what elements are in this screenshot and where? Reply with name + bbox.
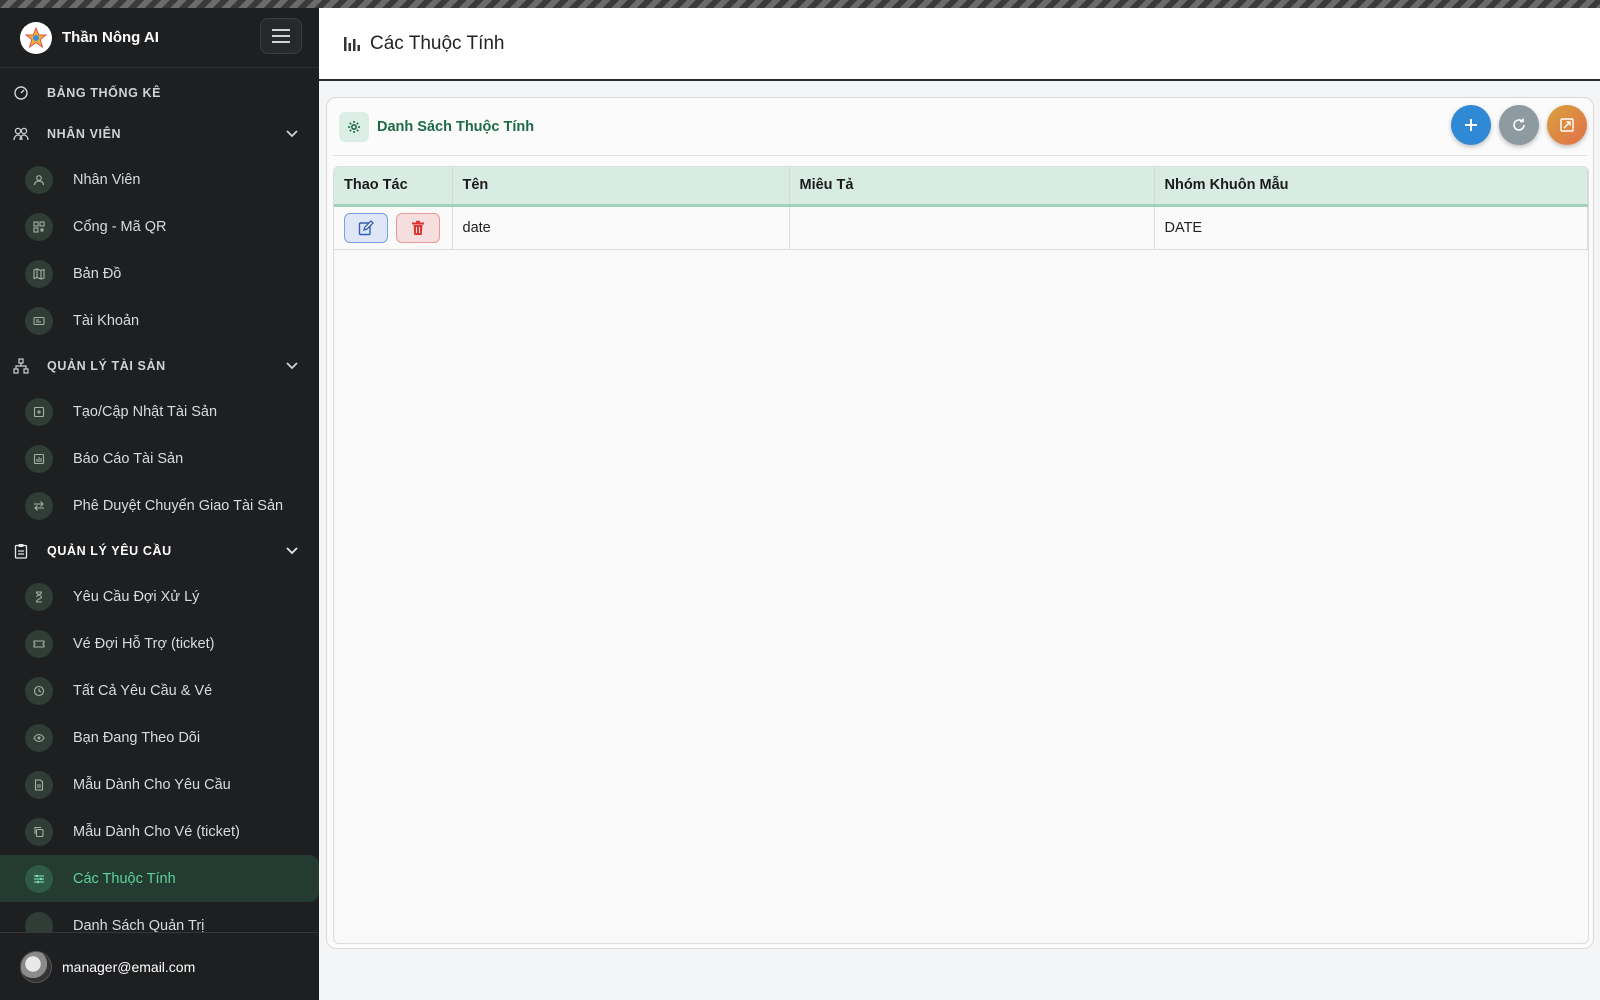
brand: Thần Nông AI xyxy=(0,8,319,68)
users-icon xyxy=(12,125,30,143)
ticket-icon xyxy=(25,629,53,658)
hourglass-icon xyxy=(25,582,53,611)
bar-chart-icon xyxy=(343,36,361,52)
edit-button[interactable] xyxy=(344,212,388,243)
sidebar-item-following[interactable]: Bạn Đang Theo Dõi xyxy=(0,714,319,761)
add-attribute-button[interactable] xyxy=(1451,105,1491,145)
hamburger-menu-button[interactable] xyxy=(260,18,302,54)
sidebar-item-attributes[interactable]: Các Thuộc Tính xyxy=(0,855,319,902)
sidebar-group-label: QUẢN LÝ TÀI SẢN xyxy=(47,359,166,373)
brand-logo xyxy=(20,21,52,54)
attributes-card: Danh Sách Thuộc Tính Thao Tác Tên Miêu T… xyxy=(326,97,1594,949)
sidebar-item-admin-list[interactable]: Danh Sách Quản Trị xyxy=(0,902,319,932)
history-icon xyxy=(25,676,53,705)
sidebar-item-label: Tạo/Cập Nhật Tài Sản xyxy=(73,403,218,420)
chevron-down-icon xyxy=(286,547,298,555)
bar-chart-icon xyxy=(25,444,53,473)
sidebar-item-gate-qr[interactable]: Cổng - Mã QR xyxy=(0,203,319,250)
sidebar-item-label: Tài Khoản xyxy=(73,312,140,329)
chevron-down-icon xyxy=(286,362,298,370)
sidebar-item-create-update-asset[interactable]: Tạo/Cập Nhật Tài Sản xyxy=(0,388,319,435)
plus-square-icon xyxy=(25,397,53,426)
user-footer[interactable]: manager@email.com xyxy=(0,932,319,1000)
chevron-down-icon xyxy=(286,130,298,138)
brand-title: Thần Nông AI xyxy=(62,29,159,46)
sidebar-item-label: Phê Duyệt Chuyển Giao Tài Sản xyxy=(73,497,284,514)
sidebar-item-label: Các Thuộc Tính xyxy=(73,870,176,887)
list-icon xyxy=(25,912,53,932)
card-title: Danh Sách Thuộc Tính xyxy=(377,118,535,135)
document-icon xyxy=(25,770,53,799)
sidebar-item-label: Bản Đồ xyxy=(73,265,122,282)
sidebar-item-dashboard[interactable]: BẢNG THỐNG KÊ xyxy=(0,74,319,112)
sliders-icon xyxy=(25,864,53,893)
sidebar-item-request-templates[interactable]: Mẫu Dành Cho Yêu Cầu xyxy=(0,761,319,808)
expand-button[interactable] xyxy=(1547,105,1587,145)
sidebar-item-ticket-templates[interactable]: Mẫu Dành Cho Vé (ticket) xyxy=(0,808,319,855)
sidebar-item-label: Mẫu Dành Cho Vé (ticket) xyxy=(73,823,240,840)
copy-icon xyxy=(25,817,53,846)
table-header-row: Thao Tác Tên Miêu Tả Nhóm Khuôn Mẫu xyxy=(334,167,1588,207)
sidebar-group-label: QUẢN LÝ YÊU CẦU xyxy=(47,544,172,558)
dashboard-icon xyxy=(12,84,30,102)
sidebar-menu: BẢNG THỐNG KÊ NHÂN VIÊN Nhân Viên Cổng -… xyxy=(0,68,319,932)
column-header-actions[interactable]: Thao Tác xyxy=(334,167,453,207)
page-header: Các Thuộc Tính xyxy=(319,8,1600,81)
trash-icon xyxy=(412,220,424,235)
sidebar-item-label: Bạn Đang Theo Dõi xyxy=(73,729,201,746)
sidebar-item-label: Nhân Viên xyxy=(73,171,141,188)
row-actions xyxy=(334,205,453,250)
card-header: Danh Sách Thuộc Tính xyxy=(333,98,1587,156)
cell-description xyxy=(789,205,1155,250)
hamburger-icon xyxy=(272,29,290,43)
clipboard-icon xyxy=(12,542,30,560)
attributes-table: Thao Tác Tên Miêu Tả Nhóm Khuôn Mẫu date… xyxy=(333,166,1589,944)
gear-icon xyxy=(339,111,369,142)
cell-name: date xyxy=(452,205,790,250)
eye-icon xyxy=(25,723,53,752)
sidebar-item-asset-transfer-approval[interactable]: Phê Duyệt Chuyển Giao Tài Sản xyxy=(0,482,319,529)
users-icon xyxy=(25,165,53,194)
cell-template-group: DATE xyxy=(1154,205,1588,250)
browser-top-stripe xyxy=(0,0,1600,8)
avatar xyxy=(20,950,52,983)
delete-button[interactable] xyxy=(396,212,440,243)
sidebar-item-label: Báo Cáo Tài Sản xyxy=(73,450,184,467)
sidebar-group-label: NHÂN VIÊN xyxy=(47,127,122,141)
sidebar-item-accounts[interactable]: Tài Khoản xyxy=(0,297,319,344)
qr-code-icon xyxy=(25,212,53,241)
edit-icon xyxy=(358,219,374,235)
sidebar: Thần Nông AI BẢNG THỐNG KÊ NHÂN VIÊN Nhâ… xyxy=(0,8,319,1000)
hierarchy-icon xyxy=(12,357,30,375)
sidebar-item-label: Danh Sách Quản Trị xyxy=(73,918,205,932)
sidebar-item-label: Vé Đợi Hỗ Trợ (ticket) xyxy=(73,635,215,652)
sidebar-item-staff[interactable]: Nhân Viên xyxy=(0,156,319,203)
column-header-description[interactable]: Miêu Tả xyxy=(789,167,1155,207)
column-header-name[interactable]: Tên xyxy=(452,167,790,207)
id-card-icon xyxy=(25,306,53,335)
sidebar-group-requests[interactable]: QUẢN LÝ YÊU CẦU xyxy=(0,529,319,573)
sidebar-item-label: BẢNG THỐNG KÊ xyxy=(47,86,162,100)
column-header-template-group[interactable]: Nhóm Khuôn Mẫu xyxy=(1154,167,1588,207)
sidebar-item-label: Cổng - Mã QR xyxy=(73,218,167,235)
sidebar-item-pending-tickets[interactable]: Vé Đợi Hỗ Trợ (ticket) xyxy=(0,620,319,667)
user-email: manager@email.com xyxy=(62,958,196,975)
page-title: Các Thuộc Tính xyxy=(370,32,505,54)
sidebar-item-all-requests-tickets[interactable]: Tất Cả Yêu Cầu & Vé xyxy=(0,667,319,714)
sidebar-item-pending-requests[interactable]: Yêu Cầu Đợi Xử Lý xyxy=(0,573,319,620)
table-row: date DATE xyxy=(334,205,1588,250)
map-icon xyxy=(25,259,53,288)
sidebar-item-map[interactable]: Bản Đồ xyxy=(0,250,319,297)
sidebar-item-label: Yêu Cầu Đợi Xử Lý xyxy=(73,588,200,605)
sidebar-item-asset-report[interactable]: Báo Cáo Tài Sản xyxy=(0,435,319,482)
expand-icon xyxy=(1560,118,1574,132)
swap-arrows-icon xyxy=(25,491,53,520)
sidebar-group-assets[interactable]: QUẢN LÝ TÀI SẢN xyxy=(0,344,319,388)
sidebar-item-label: Tất Cả Yêu Cầu & Vé xyxy=(73,682,213,699)
sidebar-item-label: Mẫu Dành Cho Yêu Cầu xyxy=(73,776,231,793)
refresh-icon xyxy=(1513,118,1525,131)
sidebar-group-staff[interactable]: NHÂN VIÊN xyxy=(0,112,319,156)
refresh-button[interactable] xyxy=(1499,105,1539,145)
plus-icon xyxy=(1465,119,1477,131)
